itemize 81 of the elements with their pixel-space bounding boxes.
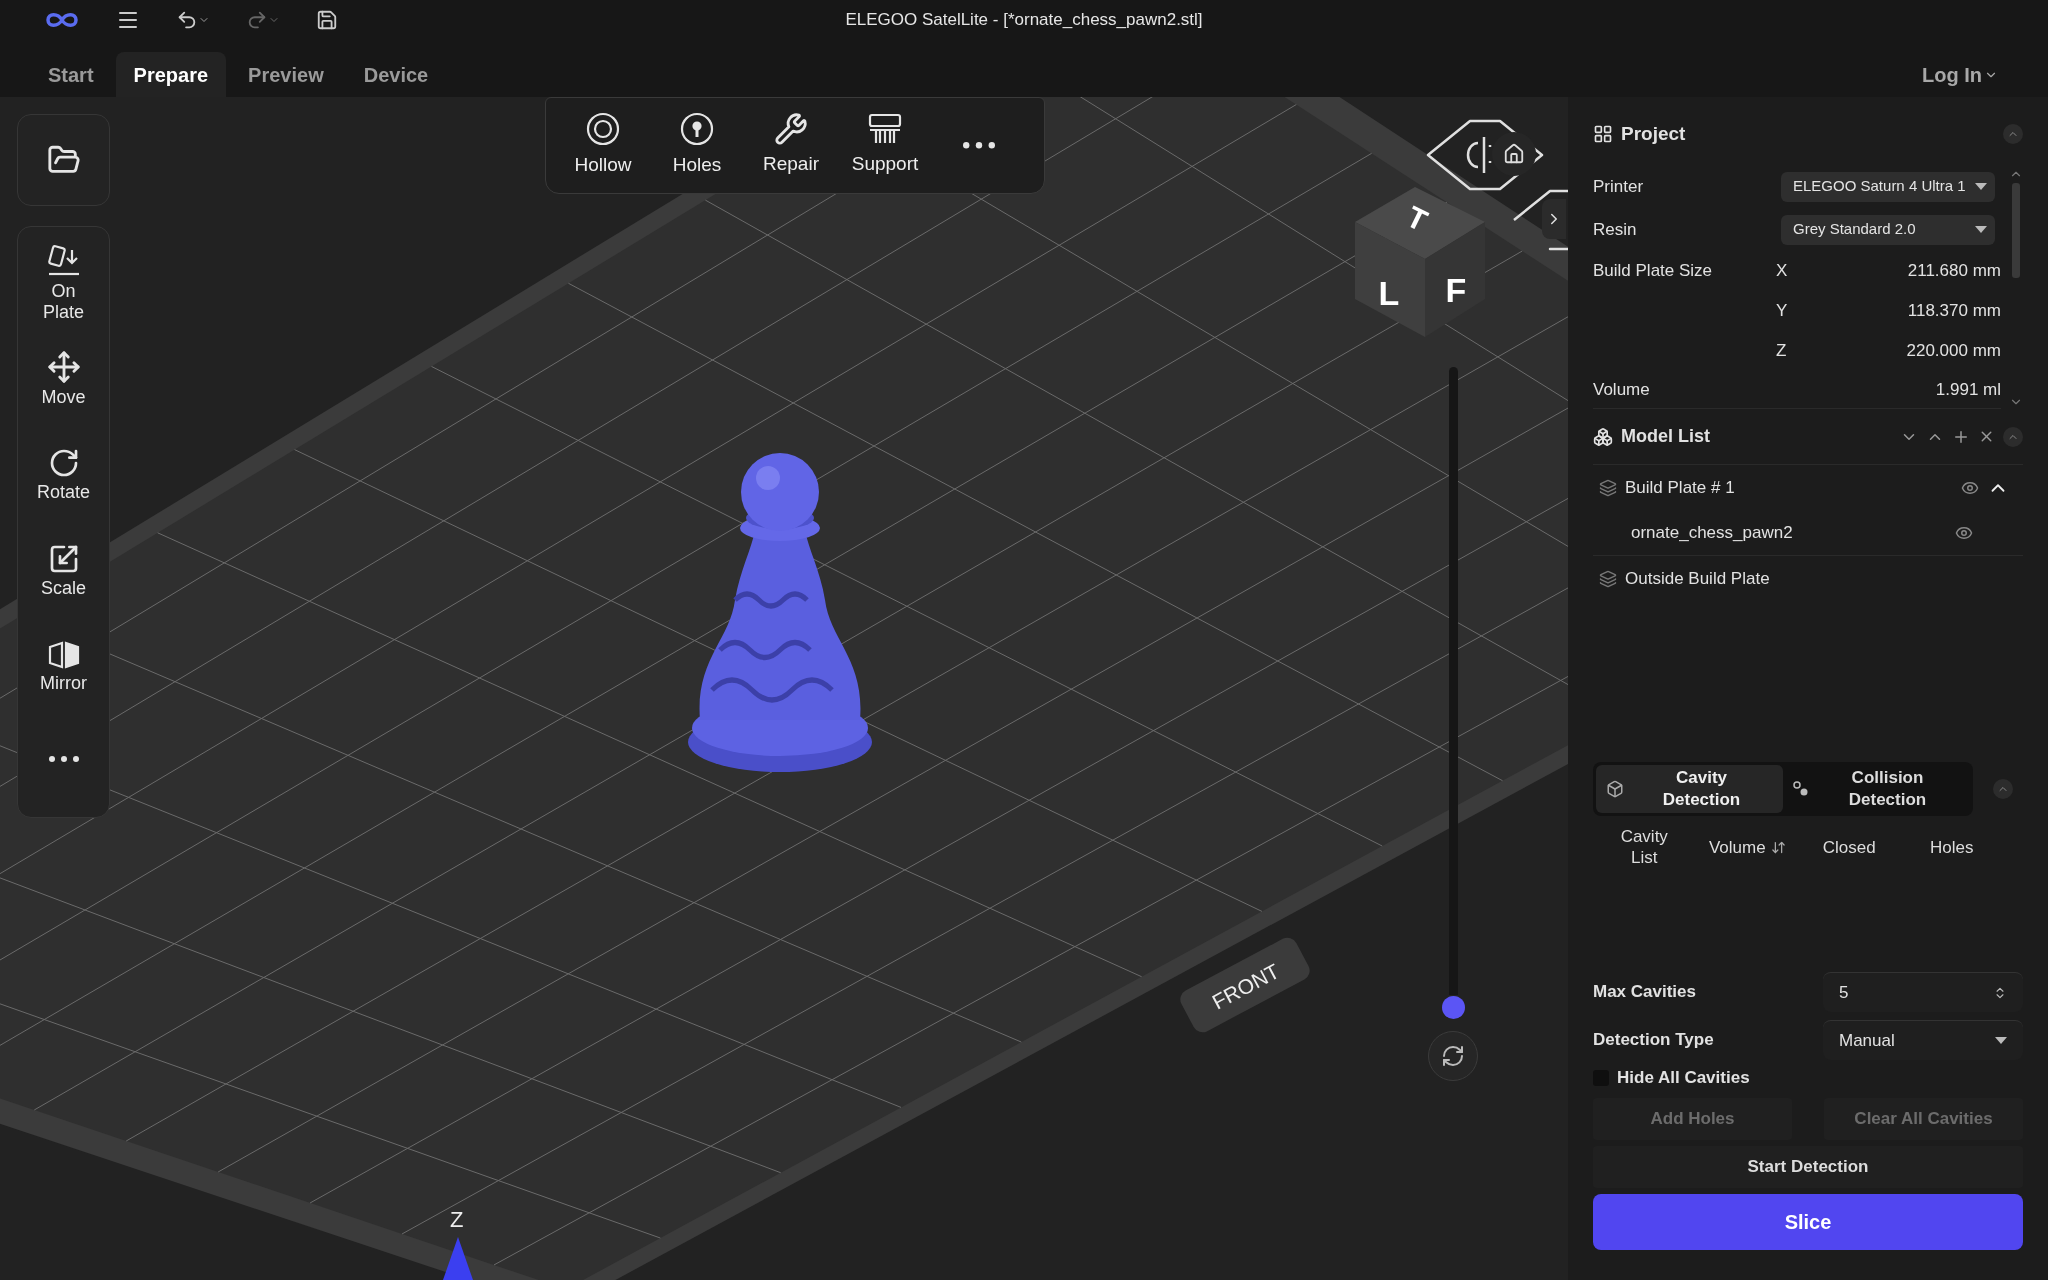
main-tab[interactable]: Start	[30, 52, 112, 97]
axis-name: Z	[1776, 340, 1788, 363]
tool-button[interactable]: Scale	[23, 529, 104, 613]
layer-slider-thumb[interactable]	[1442, 996, 1465, 1019]
layer-view-button[interactable]	[1428, 1031, 1478, 1081]
slice-button[interactable]: Slice	[1593, 1194, 2023, 1250]
next-view-button[interactable]	[1542, 199, 1566, 239]
dimension-value: 211.680 mm	[1906, 260, 2001, 283]
cube-face-label[interactable]: L	[1378, 274, 1400, 312]
home-icon	[1503, 143, 1525, 165]
axis-label: Z	[450, 1206, 464, 1234]
cube-icon	[1606, 780, 1624, 798]
view-cube[interactable]	[1355, 187, 1485, 337]
field-label: Max Cavities	[1593, 981, 1697, 1004]
field-label: Volume	[1593, 378, 1651, 401]
tool-button[interactable]: On Plate	[23, 241, 104, 325]
column-header: Closed	[1821, 836, 1877, 858]
dimension-value: 118.370 mm	[1906, 300, 2001, 323]
drop-on-plate-icon	[45, 243, 82, 278]
keyhole-icon	[679, 111, 715, 148]
sort-icon[interactable]	[1771, 839, 1787, 855]
model-list-row[interactable]: ornate_chess_pawn2	[1593, 510, 2023, 555]
checkbox-label: Hide All Cavities	[1617, 1067, 1750, 1090]
home-view-button[interactable]	[1492, 132, 1536, 176]
model-list-row[interactable]: Outside Build Plate	[1593, 556, 2023, 601]
move-icon	[46, 350, 81, 384]
select-field[interactable]: ELEGOO Saturn 4 Ultra 1	[1781, 171, 1995, 202]
detection-tab[interactable]: Cavity Detection	[1596, 765, 1783, 813]
layers-icon	[1599, 569, 1617, 588]
select-field[interactable]: Grey Standard 2.0	[1781, 214, 1995, 245]
axis-name: X	[1776, 260, 1789, 283]
tool-button[interactable]: Move	[23, 337, 104, 421]
field-label: Resin	[1593, 218, 1638, 241]
open-file-button[interactable]	[17, 114, 110, 206]
cube-face-label[interactable]: F	[1445, 271, 1467, 309]
dropdown-caret-icon	[1975, 183, 1987, 190]
toolbar-button[interactable]: Hollow	[558, 105, 648, 186]
redo-icon[interactable]	[246, 9, 268, 31]
dropdown-caret-icon	[1975, 226, 1987, 233]
field-label: Printer	[1593, 175, 1645, 198]
window-title: ELEGOO SatelLite - [*ornate_chess_pawn2.stl]	[844, 9, 1204, 32]
undo-icon[interactable]	[176, 9, 198, 31]
axis-name: Y	[1776, 300, 1789, 323]
model-list-row[interactable]: Build Plate # 1	[1593, 465, 2023, 510]
toolbar-button[interactable]: Holes	[652, 105, 742, 186]
refresh-icon	[1441, 1044, 1465, 1068]
wrench-icon	[774, 112, 808, 147]
login-button[interactable]: Log In	[1922, 52, 2018, 97]
column-header: Cavity List	[1619, 826, 1669, 868]
cube-face-label[interactable]: T	[1401, 199, 1433, 238]
field-label: Detection Type	[1593, 1029, 1715, 1052]
mirror-icon	[46, 640, 81, 670]
app-logo	[44, 10, 80, 30]
scrollbar-thumb[interactable]	[2012, 183, 2020, 278]
axis-arrow-icon	[443, 1237, 473, 1280]
column-header: Volume	[1707, 836, 1767, 858]
save-icon[interactable]	[316, 9, 338, 31]
more-icon	[963, 142, 995, 149]
concentric-circles-icon	[585, 111, 621, 148]
section-title: Model List	[1621, 425, 1711, 448]
field-label: Build Plate Size	[1593, 261, 1713, 281]
layers-icon	[1599, 478, 1617, 497]
tool-button[interactable]: Mirror	[23, 625, 104, 709]
toolbar-button[interactable]: Repair	[746, 105, 836, 186]
main-tab[interactable]: Preview	[230, 52, 342, 97]
dropdown-caret-icon	[1995, 1037, 2007, 1044]
section-title: Project	[1621, 121, 1687, 146]
column-header: Holes	[1929, 836, 1975, 858]
collapse-button[interactable]	[2003, 426, 2023, 447]
main-tab[interactable]: Prepare	[115, 52, 227, 97]
collapse-button[interactable]	[2003, 124, 2023, 144]
dimension-value: 220.000 mm	[1905, 340, 2001, 363]
volume-value: 1.991 ml	[1935, 378, 2001, 401]
connected-dots-icon	[1793, 781, 1809, 797]
main-tab[interactable]: Device	[345, 52, 447, 97]
more-icon	[48, 756, 79, 762]
tool-button[interactable]: Rotate	[23, 433, 104, 517]
collapse-button[interactable]	[1993, 779, 2013, 799]
detection-tab[interactable]: Collision Detection	[1783, 765, 1970, 813]
start-detection-button[interactable]: Start Detection	[1593, 1146, 2023, 1188]
toolbar-button[interactable]: Support	[840, 105, 930, 186]
